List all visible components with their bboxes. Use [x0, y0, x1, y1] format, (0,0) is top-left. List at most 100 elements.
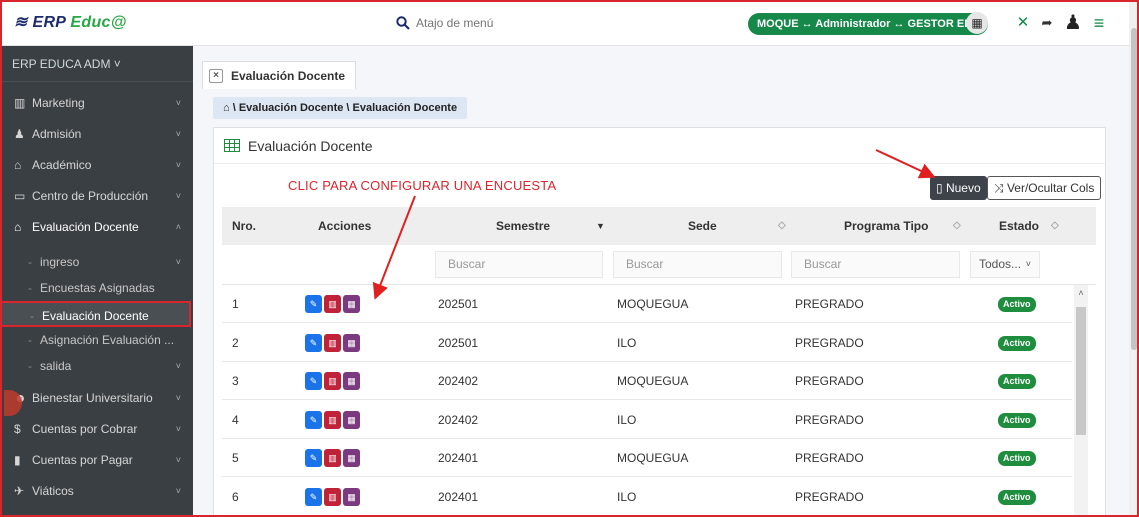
edit-icon[interactable]: ✎ — [305, 333, 322, 352]
cell-programa: PREGRADO — [795, 335, 864, 350]
edit-icon[interactable]: ✎ — [305, 449, 322, 467]
sidebar-item-evaluacion-docente[interactable]: ⌂ Evaluación Docente ˄ — [0, 212, 193, 243]
cell-programa: PREGRADO — [795, 297, 864, 311]
delete-icon[interactable]: ▥ — [324, 487, 341, 506]
row-actions: ✎ ▥ ▦ — [305, 372, 360, 390]
edit-icon[interactable]: ✎ — [305, 372, 322, 390]
table-scrollbar-thumb[interactable] — [1076, 307, 1086, 435]
chevron-down-icon: ˅ — [175, 424, 181, 434]
chevron-down-icon: ˅ — [175, 455, 181, 465]
calendar-icon[interactable]: ▦ — [343, 372, 360, 390]
menu-search[interactable] — [396, 11, 704, 35]
expand-icon[interactable]: ✕ — [1012, 12, 1034, 34]
edit-icon[interactable]: ✎ — [305, 487, 322, 506]
tab-evaluacion-docente[interactable]: × Evaluación Docente — [202, 61, 357, 89]
toggle-columns-label: Ver/Ocultar Cols — [1006, 181, 1095, 195]
sidebar-subitem-salida[interactable]: - salida ˅ — [0, 353, 193, 379]
table-row[interactable]: 3 ✎ ▥ ▦ 202402 MOQUEGUA PREGRADO Activo — [222, 362, 1072, 400]
sidebar-item-marketing[interactable]: ▥ Marketing ˅ — [0, 88, 193, 119]
calendar-icon[interactable]: ▦ — [343, 295, 360, 313]
file-icon: ▯ — [936, 181, 943, 195]
table-scrollbar[interactable]: ˄ — [1074, 285, 1088, 517]
sidebar-item-cuentas-pagar[interactable]: ▮ Cuentas por Pagar ˅ — [0, 445, 193, 476]
nuevo-button[interactable]: ▯ Nuevo — [930, 176, 987, 200]
avatar[interactable]: ♟ — [1062, 12, 1084, 34]
cell-sede: ILO — [617, 335, 637, 350]
page-scrollbar[interactable] — [1129, 0, 1139, 517]
delete-icon[interactable]: ▥ — [324, 449, 341, 467]
apps-grid-icon[interactable]: ▦ — [966, 12, 988, 34]
sidebar-subitem-evaluacion-docente[interactable]: - Evaluación Docente — [0, 301, 191, 327]
dollar-icon: $ — [14, 422, 21, 436]
sidebar-subitem-asignacion-evaluacion[interactable]: - Asignación Evaluación ... — [0, 327, 193, 353]
sort-icon[interactable]: ◇ — [1051, 207, 1059, 245]
close-icon[interactable]: × — [209, 68, 223, 83]
card-title: Evaluación Docente — [248, 137, 373, 154]
table-row[interactable]: 5 ✎ ▥ ▦ 202401 MOQUEGUA PREGRADO Activo — [222, 439, 1072, 477]
programa-filter-input[interactable]: Buscar — [791, 251, 960, 278]
filter-row: Buscar Buscar Buscar Todos... ˅ — [222, 245, 1096, 285]
header-estado[interactable]: Estado — [999, 207, 1039, 245]
table-row[interactable]: 2 ✎ ▥ ▦ 202501 ILO PREGRADO Activo — [222, 324, 1072, 362]
sidebar: ERP EDUCA ADM ˅ ▥ Marketing ˅ ♟ Admisión ˅ ⌂… — [0, 46, 193, 517]
logout-icon[interactable]: ➦ — [1036, 12, 1058, 34]
header-programa-tipo[interactable]: Programa Tipo — [844, 207, 928, 245]
logo-icon: ≋ — [14, 14, 28, 31]
table-row[interactable]: 1 ✎ ▥ ▦ 202501 MOQUEGUA PREGRADO Activo — [222, 285, 1072, 323]
sidebar-subitem-encuestas-asignadas[interactable]: - Encuestas Asignadas — [0, 275, 193, 301]
app-logo[interactable]: ≋ ERP Educ@ — [14, 12, 127, 32]
calendar-icon[interactable]: ▦ — [343, 487, 360, 506]
sede-filter-input[interactable]: Buscar — [613, 251, 782, 278]
toggle-columns-button[interactable]: ⤨ Ver/Ocultar Cols — [987, 176, 1102, 200]
row-actions: ✎ ▥ ▦ — [305, 333, 360, 352]
header-semestre[interactable]: Semestre — [496, 207, 550, 245]
search-input[interactable] — [416, 16, 676, 30]
sidebar-item-label: Cuentas por Cobrar — [32, 422, 138, 436]
header-acciones: Acciones — [318, 219, 372, 233]
table-row[interactable]: 4 ✎ ▥ ▦ 202402 ILO PREGRADO Activo — [222, 401, 1072, 439]
semestre-filter-input[interactable]: Buscar — [435, 251, 603, 278]
tree-dash: - — [28, 333, 32, 347]
delete-icon[interactable]: ▥ — [324, 333, 341, 352]
tab-bar: × Evaluación Docente — [202, 61, 357, 89]
sort-icon[interactable]: ◇ — [778, 207, 786, 245]
sidebar-item-cuentas-cobrar[interactable]: $ Cuentas por Cobrar ˅ — [0, 414, 193, 445]
sidebar-item-label: Cuentas por Pagar — [32, 453, 133, 467]
sidebar-item-academico[interactable]: ⌂ Académico ˅ — [0, 150, 193, 181]
cell-sede: ILO — [617, 412, 637, 427]
header-nro[interactable]: Nro. — [232, 207, 256, 245]
sort-desc-icon[interactable]: ▼ — [596, 207, 605, 245]
sort-icon[interactable]: ◇ — [953, 207, 961, 245]
monitor-icon: ▭ — [14, 189, 26, 203]
table-row[interactable]: 6 ✎ ▥ ▦ 202401 ILO PREGRADO Activo — [222, 478, 1072, 516]
sidebar-subitem-ingreso[interactable]: - ingreso ˅ — [0, 249, 193, 275]
page-scrollbar-thumb[interactable] — [1131, 28, 1137, 350]
home-icon[interactable]: ⌂ — [223, 102, 230, 114]
delete-icon[interactable]: ▥ — [324, 295, 341, 313]
estado-filter-select[interactable]: Todos... ˅ — [970, 251, 1040, 278]
calendar-icon[interactable]: ▦ — [343, 449, 360, 467]
user-context-badge[interactable]: MOQUE ↔ Administrador ↔ GESTOR ERP — [748, 13, 989, 35]
calendar-icon[interactable]: ▦ — [343, 410, 360, 429]
breadcrumb-text: \ Evaluación Docente \ Evaluación Docent… — [232, 102, 458, 114]
delete-icon[interactable]: ▥ — [324, 410, 341, 429]
status-badge: Activo — [998, 374, 1036, 389]
sidebar-item-viaticos[interactable]: ✈ Viáticos ˅ — [0, 476, 193, 507]
top-bar: ≋ ERP Educ@ MOQUE ↔ Administrador ↔ GEST… — [0, 0, 1129, 46]
sidebar-header[interactable]: ERP EDUCA ADM ˅ — [0, 46, 193, 82]
delete-icon[interactable]: ▥ — [324, 372, 341, 390]
header-sede[interactable]: Sede — [688, 207, 717, 245]
scroll-up-icon[interactable]: ˄ — [1074, 288, 1088, 298]
sidebar-item-bienestar[interactable]: ☻Bienestar Universitario˅ — [0, 383, 193, 414]
cell-nro: 3 — [232, 374, 239, 388]
logo-suffix: Educ@ — [70, 14, 127, 31]
chevron-down-icon: ˅ — [175, 191, 181, 201]
sidebar-item-admision[interactable]: ♟ Admisión ˅ — [0, 119, 193, 150]
tree-dash: - — [28, 281, 32, 295]
sidebar-item-centro-produccion[interactable]: ▭ Centro de Producción ˅ — [0, 181, 193, 212]
chevron-down-icon: ˅ — [175, 98, 181, 108]
edit-icon[interactable]: ✎ — [305, 295, 322, 313]
menu-icon[interactable]: ≡ — [1088, 12, 1110, 34]
edit-icon[interactable]: ✎ — [305, 410, 322, 429]
calendar-icon[interactable]: ▦ — [343, 333, 360, 352]
